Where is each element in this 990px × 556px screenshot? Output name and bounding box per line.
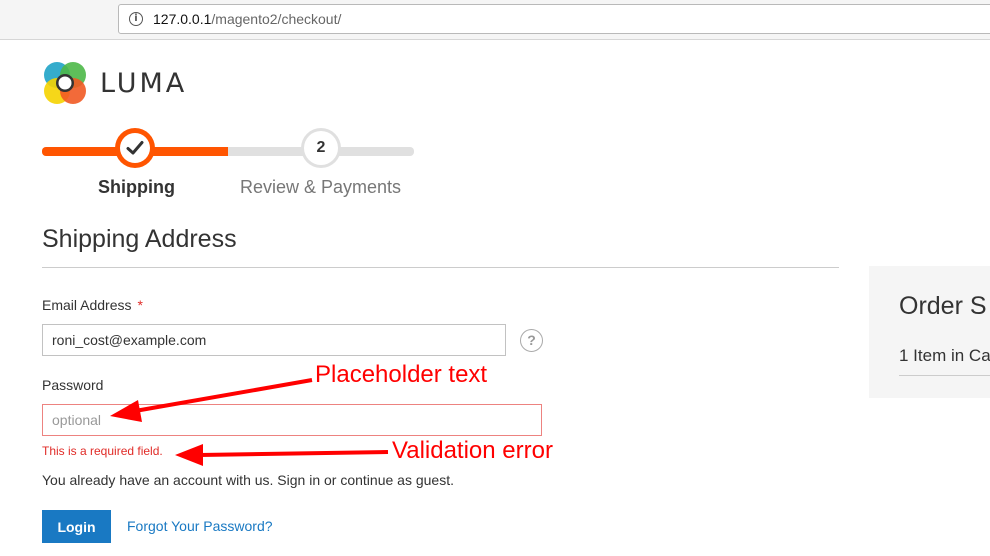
- forgot-password-link[interactable]: Forgot Your Password?: [127, 518, 273, 534]
- step-review-marker[interactable]: 2: [301, 128, 341, 168]
- validation-error: This is a required field.: [42, 444, 163, 458]
- email-label: Email Address *: [42, 297, 143, 313]
- login-button[interactable]: Login: [42, 510, 111, 543]
- validation-arrow: [199, 450, 389, 457]
- section-divider: [42, 267, 839, 268]
- cart-items-toggle[interactable]: 1 Item in Ca: [899, 346, 990, 366]
- validation-annotation: Validation error: [392, 437, 553, 464]
- checkout-progress-bar: 2 Shipping Review & Payments: [42, 128, 422, 202]
- required-marker: *: [137, 297, 143, 313]
- url-field[interactable]: i 127.0.0.1/magento2/checkout/: [118, 4, 990, 34]
- checkout-page: i 127.0.0.1/magento2/checkout/ LUMA 2 Sh…: [0, 0, 990, 556]
- order-summary: Order S 1 Item in Ca: [869, 266, 990, 398]
- account-note: You already have an account with us. Sig…: [42, 472, 454, 488]
- validation-arrowhead: [175, 444, 203, 466]
- step-number: 2: [304, 131, 338, 165]
- password-label: Password: [42, 377, 104, 393]
- luma-logo-icon: [44, 62, 86, 104]
- url-host: 127.0.0.1: [153, 11, 212, 27]
- browser-address-bar: i 127.0.0.1/magento2/checkout/: [0, 0, 990, 40]
- store-logo[interactable]: LUMA: [42, 60, 192, 106]
- checkmark-icon: [126, 141, 144, 155]
- help-icon[interactable]: ?: [520, 329, 543, 352]
- email-label-text: Email Address: [42, 297, 132, 313]
- logo-text: LUMA: [100, 68, 188, 99]
- shipping-address-title: Shipping Address: [42, 225, 237, 253]
- step-shipping-label: Shipping: [98, 177, 175, 197]
- url-path: /magento2/checkout/: [211, 11, 342, 27]
- email-input[interactable]: [42, 324, 506, 356]
- info-icon[interactable]: i: [129, 12, 143, 26]
- placeholder-annotation: Placeholder text: [315, 361, 488, 388]
- step-shipping-marker: [115, 128, 155, 168]
- step-review-label[interactable]: Review & Payments: [240, 177, 401, 198]
- order-summary-title: Order S: [899, 292, 987, 320]
- url-text: 127.0.0.1/magento2/checkout/: [153, 11, 341, 27]
- summary-divider: [899, 375, 990, 376]
- password-input[interactable]: [42, 404, 542, 436]
